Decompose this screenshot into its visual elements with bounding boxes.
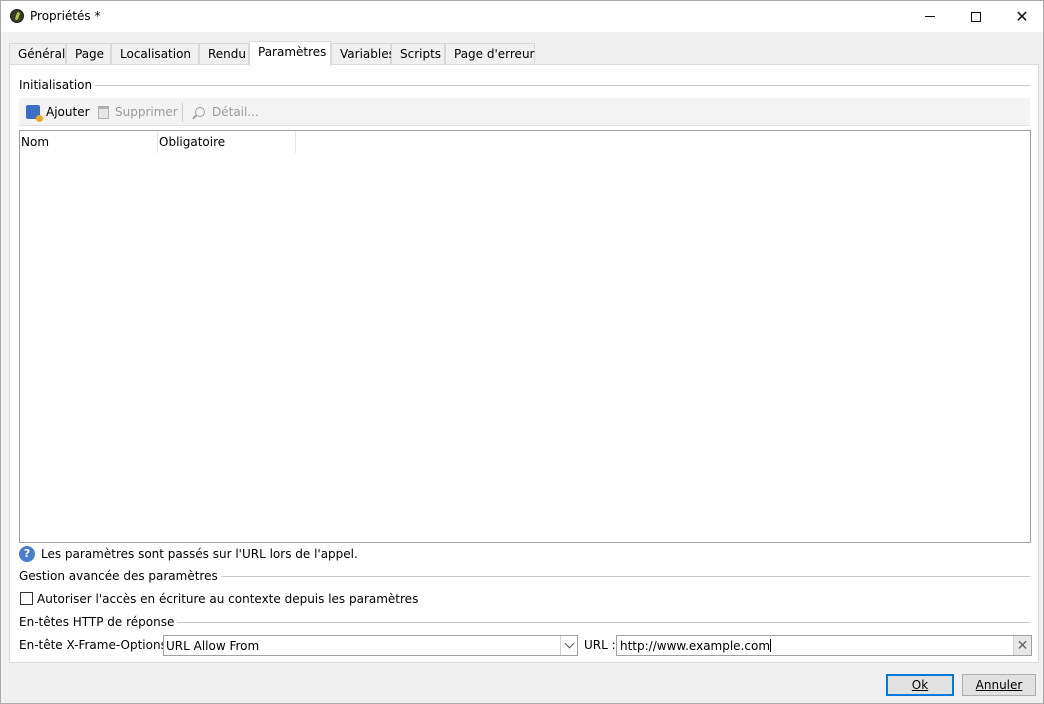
close-button[interactable]: ✕ — [999, 1, 1044, 32]
detail-button-label: Détail... — [212, 105, 259, 119]
parameters-toolbar: Ajouter Supprimer Détail... — [19, 98, 1030, 126]
write-access-checkbox[interactable] — [20, 592, 33, 605]
window-title: Propriétés * — [30, 9, 101, 23]
add-button[interactable]: Ajouter — [26, 102, 90, 122]
title-bar: Propriétés * ✕ — [1, 1, 1043, 32]
help-icon: ? — [19, 546, 35, 562]
section-title-initialisation: Initialisation — [19, 78, 96, 92]
tab-general[interactable]: Général — [9, 43, 66, 65]
chevron-down-icon — [564, 638, 574, 649]
ok-button[interactable]: Ok — [886, 674, 954, 696]
parameters-list[interactable]: Nom Obligatoire — [19, 130, 1031, 543]
xframe-options-label: En-tête X-Frame-Options : — [19, 638, 175, 652]
write-access-label[interactable]: Autoriser l'accès en écriture au context… — [37, 592, 418, 606]
url-input-value: http://www.example.com — [620, 639, 771, 653]
tab-rendu[interactable]: Rendu — [199, 43, 249, 65]
tab-parametres[interactable]: Paramètres — [249, 41, 331, 66]
clear-icon: ✕ — [1016, 637, 1029, 654]
clear-url-button[interactable]: ✕ — [1013, 636, 1031, 655]
text-caret — [770, 639, 772, 652]
maximize-icon — [971, 11, 981, 22]
url-input[interactable]: http://www.example.com ✕ — [616, 635, 1032, 656]
tab-variables[interactable]: Variables — [331, 43, 395, 65]
section-title-advanced: Gestion avancée des paramètres — [19, 569, 221, 583]
delete-button[interactable]: Supprimer — [98, 102, 178, 122]
tab-page[interactable]: Page — [66, 43, 111, 65]
dropdown-button[interactable] — [560, 636, 577, 655]
url-label: URL : — [584, 638, 616, 652]
section-divider — [19, 85, 1030, 86]
trash-icon — [98, 105, 109, 119]
detail-button[interactable]: Détail... — [195, 102, 259, 122]
xframe-options-select[interactable]: URL Allow From — [163, 635, 578, 656]
xframe-options-value: URL Allow From — [166, 639, 260, 653]
column-header-nom[interactable]: Nom — [20, 131, 158, 153]
minimize-icon — [925, 16, 935, 17]
tab-scripts[interactable]: Scripts — [391, 43, 445, 65]
cancel-button[interactable]: Annuler — [962, 674, 1036, 696]
delete-button-label: Supprimer — [115, 105, 178, 119]
close-icon: ✕ — [1015, 6, 1029, 26]
tab-localisation[interactable]: Localisation — [111, 43, 199, 65]
list-header: Nom Obligatoire — [20, 131, 1030, 153]
search-icon — [195, 107, 205, 117]
maximize-button[interactable] — [953, 1, 999, 32]
info-text: Les paramètres sont passés sur l'URL lor… — [41, 547, 358, 561]
tab-page-erreur[interactable]: Page d'erreur — [445, 43, 535, 65]
properties-dialog: Propriétés * ✕ Général Page Localisation… — [0, 0, 1044, 704]
column-header-obligatoire[interactable]: Obligatoire — [158, 131, 296, 153]
section-title-http-headers: En-têtes HTTP de réponse — [19, 615, 178, 629]
add-button-label: Ajouter — [46, 105, 90, 119]
app-logo-icon — [10, 9, 24, 23]
minimize-button[interactable] — [907, 1, 953, 32]
add-parameter-icon — [26, 105, 43, 122]
toolbar-separator — [182, 102, 183, 122]
